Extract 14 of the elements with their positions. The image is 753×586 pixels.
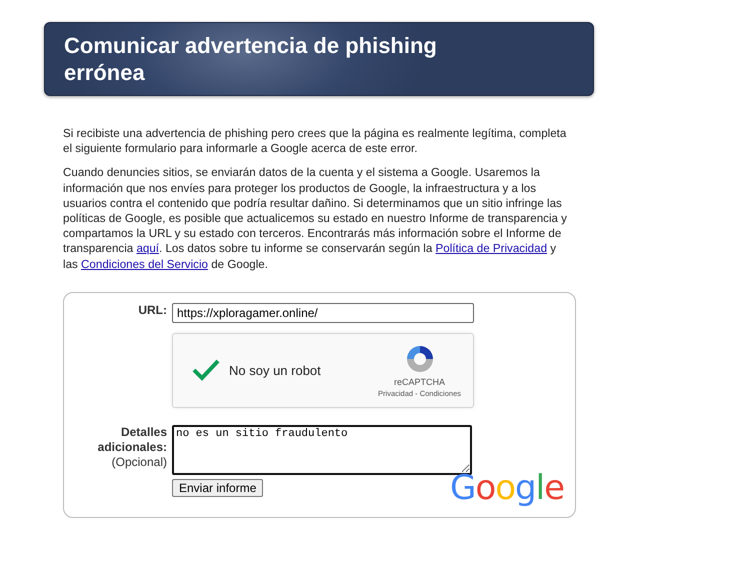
link[interactable]: Condiciones del Servicio: [81, 258, 208, 271]
details-label: Detalles adicionales:: [98, 424, 167, 454]
link[interactable]: aquí: [136, 242, 160, 256]
recaptcha-brand: reCAPTCHA: [394, 376, 446, 387]
url-label: URL:: [137, 302, 167, 318]
submit-button[interactable]: Enviar informe: [172, 478, 264, 497]
url-field[interactable]: https://xploragamer.online/: [172, 302, 474, 323]
link[interactable]: Política de Privacidad: [436, 242, 548, 256]
paragraph: Cuando denuncies sitios, se enviarán datos de la cuenta y el sistema a Google. Usaremos la información que nos envíes para proteger los productos de Google, la infraestructura y a los usuarios contra el contenido que podría resultar dañino. Si determinamos que un sitio infringe las políticas de Google, es posible que actualicemos su estado en nuestro Informe de transparencia y compartamos la URL y su estado con terceros. Encontrarás más información sobre el Informe de transparencia aquí. Los datos sobre tu informe se conservarán según la Política de Privacidad y las Condiciones del Servicio de Google.: [63, 165, 568, 272]
details-field[interactable]: no es un sitio fraudulento: [172, 424, 472, 475]
page-title: Comunicar advertencia de phishing errónea: [44, 22, 594, 96]
paragraph: Si recibiste una advertencia de phishing pero crees que la página es realmente legítima, completa el siguiente formulario para informarle a Google acerca de este error.: [63, 126, 568, 156]
optional-hint: (Opcional): [112, 454, 167, 469]
captcha-label: No soy un robot: [229, 362, 322, 378]
